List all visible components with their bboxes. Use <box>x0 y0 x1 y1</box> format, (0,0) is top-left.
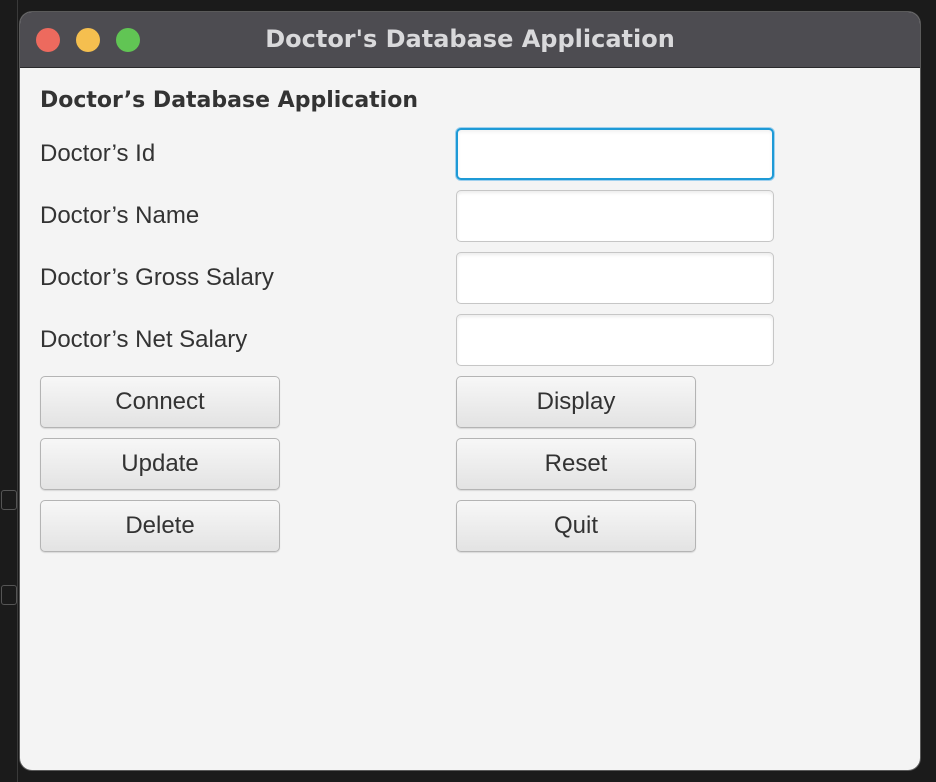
connect-button[interactable]: Connect <box>40 376 280 428</box>
reset-button[interactable]: Reset <box>456 438 696 490</box>
title-bar[interactable]: Doctor's Database Application <box>20 12 920 68</box>
update-button[interactable]: Update <box>40 438 280 490</box>
background-editor-gutter <box>0 0 18 782</box>
delete-button[interactable]: Delete <box>40 500 280 552</box>
doctor-name-input[interactable] <box>456 190 774 242</box>
doctor-net-salary-label: Doctor’s Net Salary <box>40 326 248 353</box>
form-heading: Doctor’s Database Application <box>40 88 418 113</box>
doctor-gross-salary-label: Doctor’s Gross Salary <box>40 264 274 291</box>
doctor-name-label: Doctor’s Name <box>40 202 200 229</box>
app-window: Doctor's Database Application Doctor’s D… <box>20 12 920 770</box>
background-fold-marker <box>1 490 17 510</box>
doctor-gross-salary-input[interactable] <box>456 252 774 304</box>
doctor-net-salary-input[interactable] <box>456 314 774 366</box>
quit-button[interactable]: Quit <box>456 500 696 552</box>
doctor-id-input[interactable] <box>456 128 774 180</box>
display-button[interactable]: Display <box>456 376 696 428</box>
background-fold-marker <box>1 585 17 605</box>
desktop-background: Doctor's Database Application Doctor’s D… <box>0 0 936 782</box>
window-title: Doctor's Database Application <box>265 25 675 53</box>
doctor-id-label: Doctor’s Id <box>40 140 156 167</box>
form-panel: Doctor’s Database Application Doctor’s I… <box>20 68 920 770</box>
